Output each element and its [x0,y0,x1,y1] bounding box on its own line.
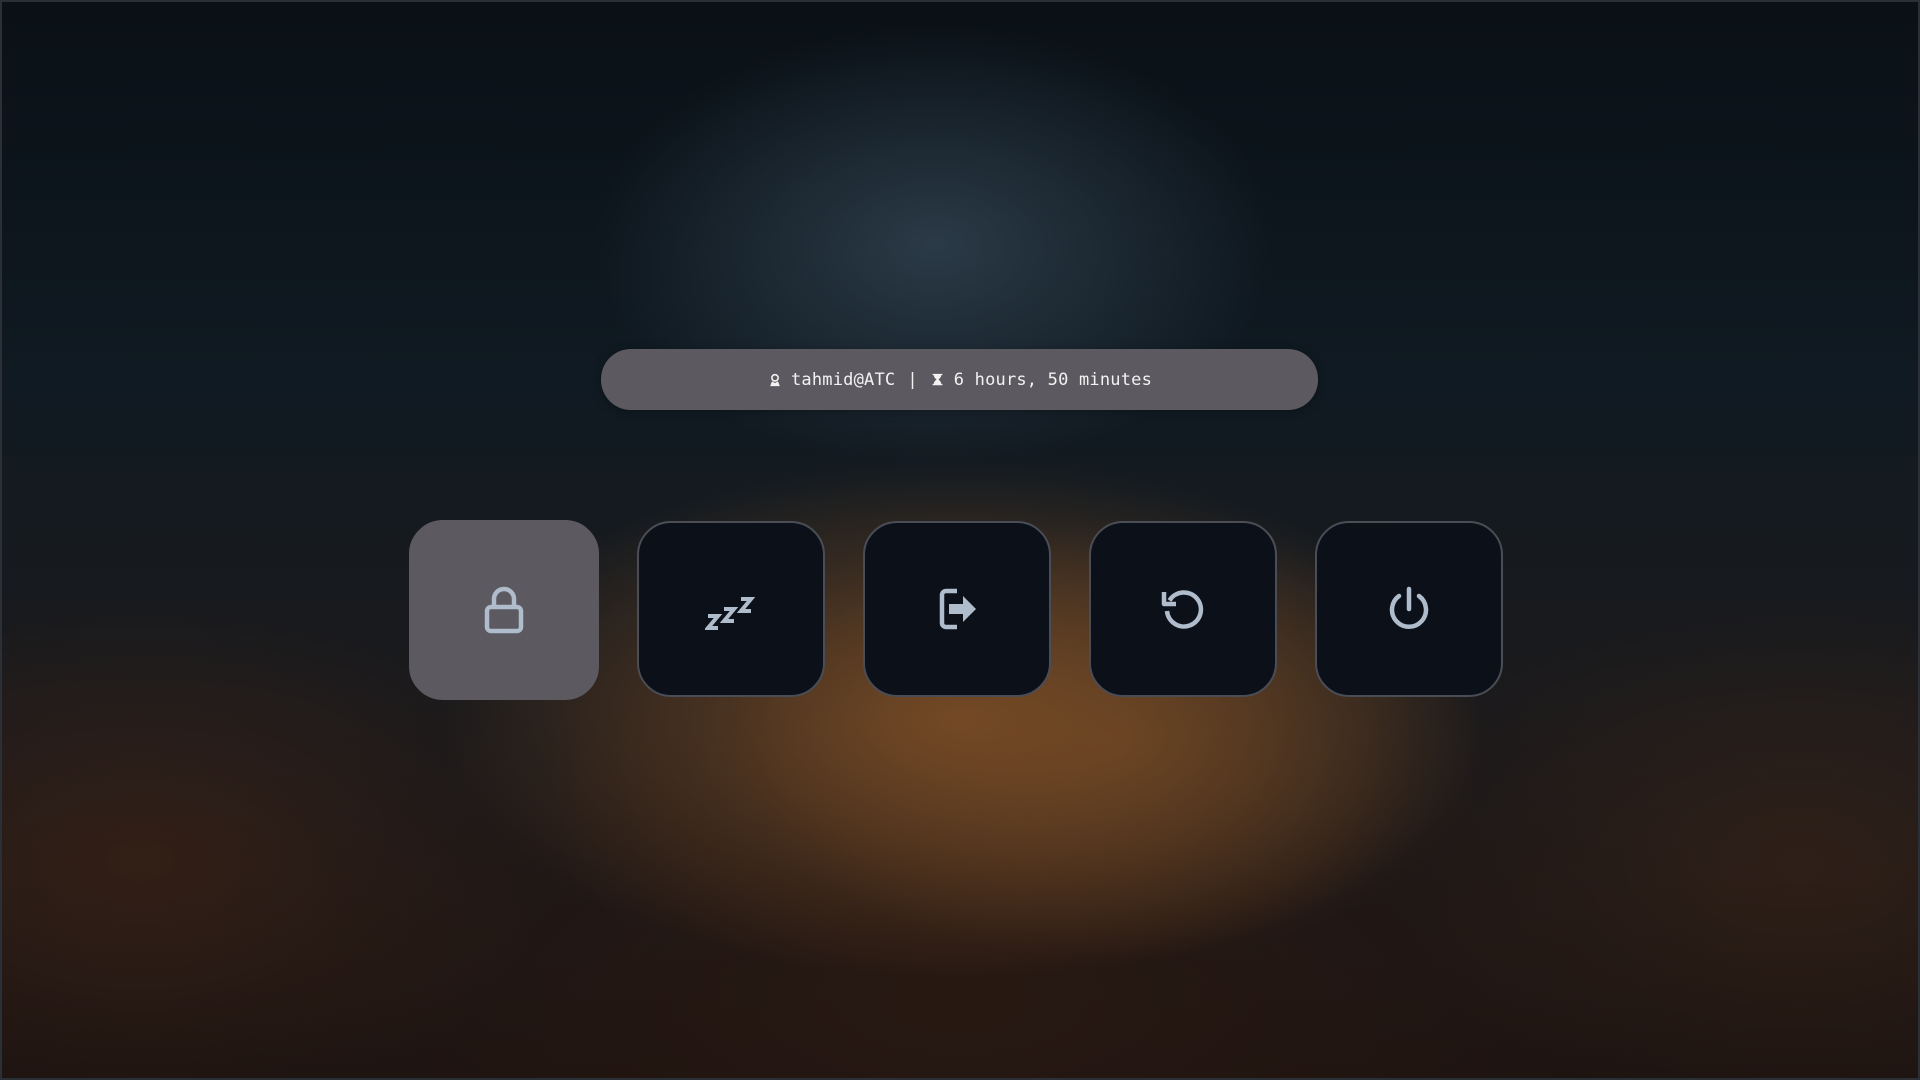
shutdown-button[interactable] [1315,521,1503,697]
logout-icon [939,588,976,630]
reboot-button[interactable] [1089,521,1277,697]
power-actions [409,520,1503,700]
lock-button[interactable] [409,520,599,700]
suspend-button[interactable] [637,521,825,697]
logout-button[interactable] [863,521,1051,697]
lock-icon [484,586,524,634]
user-icon [767,372,783,388]
uptime-text: 6 hours, 50 minutes [953,369,1153,390]
sleep-icon [705,597,756,630]
separator: | [907,369,918,390]
reboot-icon [1161,590,1204,629]
username-host: tahmid@ATC [790,369,896,390]
session-info-bar: tahmid@ATC | 6 hours, 50 minutes [601,349,1318,410]
power-icon [1389,586,1429,629]
hourglass-icon [930,372,946,388]
